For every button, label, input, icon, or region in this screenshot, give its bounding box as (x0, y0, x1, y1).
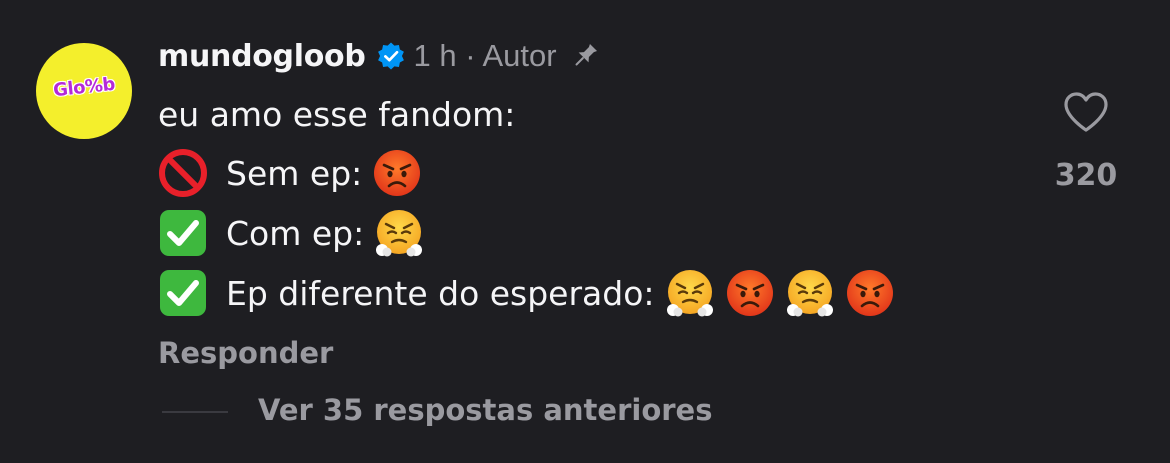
gloob-logo: Glo%b (52, 73, 116, 102)
comment-header: mundogloob 1 h · Autor (158, 34, 601, 78)
check-mark-button-emoji (160, 270, 206, 316)
comment-line-2: Sem ep: (158, 148, 422, 198)
comment-line-3: Com ep: (158, 208, 424, 258)
pin-icon (575, 43, 597, 66)
verified-badge-icon (377, 42, 404, 70)
comment-line-1: eu amo esse fandom: (158, 89, 515, 139)
check-mark-button-emoji (160, 210, 206, 256)
reply-button[interactable]: Responder (158, 336, 333, 370)
view-previous-replies-link[interactable]: Ver 35 respostas anteriores (258, 393, 712, 427)
face-with-steam-emoji (786, 270, 833, 317)
comment-card: Glo%b mundogloob 1 h · Autor eu amo esse… (0, 0, 1170, 463)
comment-line-4: Ep diferente do esperado: (158, 268, 895, 318)
angry-face-emoji (846, 270, 893, 316)
angry-face-emoji (726, 270, 773, 316)
face-with-steam-emoji (666, 270, 713, 317)
comment-text: Com ep: (226, 213, 365, 253)
like-count: 320 (1054, 158, 1118, 193)
comment-text: Ep diferente do esperado: (226, 273, 655, 313)
comment-text: eu amo esse fandom: (158, 94, 516, 134)
username[interactable]: mundogloob (158, 39, 366, 74)
heart-icon[interactable] (1062, 90, 1110, 134)
comment-text: Sem ep: (226, 153, 363, 193)
thread-divider (162, 411, 228, 413)
no-entry-emoji (159, 149, 207, 197)
angry-face-emoji (374, 150, 421, 196)
avatar[interactable]: Glo%b (36, 43, 132, 139)
comment-meta: 1 h · Autor (413, 38, 557, 73)
face-with-steam-emoji (376, 210, 423, 257)
